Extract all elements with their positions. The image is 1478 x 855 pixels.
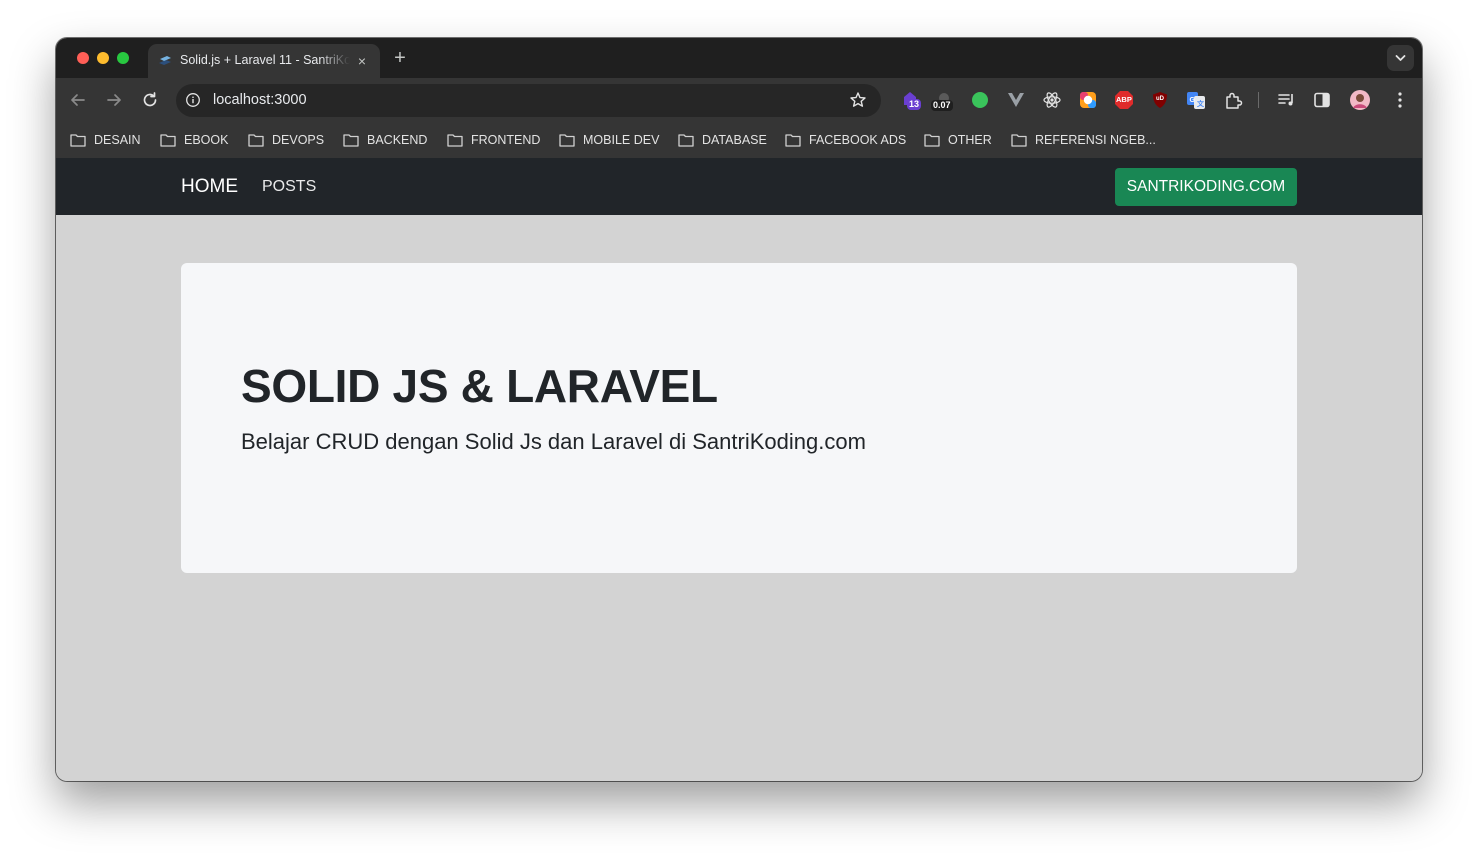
reload-icon[interactable] — [138, 88, 162, 112]
tab-search-button[interactable] — [1387, 45, 1414, 71]
bookmark-folder-other[interactable]: OTHER — [924, 132, 992, 148]
bookmark-label: DESAIN — [94, 133, 141, 147]
bookmark-label: FRONTEND — [471, 133, 541, 147]
bookmark-label: EBOOK — [184, 133, 229, 147]
extensions-puzzle-icon[interactable] — [1222, 89, 1244, 111]
folder-icon — [559, 134, 575, 147]
bookmark-label: DEVOPS — [272, 133, 325, 147]
kebab-menu-icon[interactable] — [1389, 89, 1411, 111]
google-translate-icon[interactable]: G 文 — [1185, 89, 1207, 111]
active-tab[interactable]: Solid.js + Laravel 11 - SantriKoding × — [148, 44, 380, 78]
vue-devtools-icon[interactable] — [1005, 89, 1027, 111]
abp-label: ABP — [1116, 95, 1132, 104]
page-viewport: HOME POSTS SANTRIKODING.COM SOLID JS & L… — [56, 158, 1422, 781]
folder-icon — [924, 134, 940, 147]
media-queue-icon[interactable] — [1275, 89, 1297, 111]
nav-link-posts[interactable]: POSTS — [262, 178, 316, 196]
react-devtools-icon[interactable] — [1041, 89, 1063, 111]
hero-title: SOLID JS & LARAVEL — [241, 360, 718, 412]
bookmark-folder-devops[interactable]: DEVOPS — [248, 132, 324, 148]
browser-toolbar: localhost:3000 13 0.07 ABP uD G 文 — [56, 78, 1422, 122]
minimize-window-button[interactable] — [97, 52, 109, 64]
bookmark-folder-ebook[interactable]: EBOOK — [160, 132, 228, 148]
extension-timer-icon[interactable]: 0.07 — [931, 89, 954, 111]
new-tab-icon[interactable]: + — [390, 48, 410, 68]
ublock-label: uD — [1156, 96, 1164, 102]
folder-icon — [678, 134, 694, 147]
url-text[interactable]: localhost:3000 — [213, 92, 307, 108]
toolbar-separator — [1258, 92, 1259, 108]
folder-icon — [160, 134, 176, 147]
bookmark-label: REFERENSI NGEB... — [1035, 133, 1156, 147]
bookmark-label: OTHER — [948, 133, 992, 147]
folder-icon — [248, 134, 264, 147]
solidjs-favicon-icon — [159, 56, 171, 65]
close-window-button[interactable] — [77, 52, 89, 64]
extension-count-badge: 13 — [907, 99, 922, 110]
tab-title: Solid.js + Laravel 11 - SantriKoding — [180, 53, 350, 67]
folder-icon — [343, 134, 359, 147]
folder-icon — [447, 134, 463, 147]
green-dot-extension-icon[interactable] — [969, 89, 991, 111]
bookmark-folder-mobile-dev[interactable]: MOBILE DEV — [559, 132, 659, 148]
svg-text:G: G — [1190, 97, 1196, 104]
site-info-icon[interactable] — [185, 92, 201, 108]
nav-link-home[interactable]: HOME — [181, 176, 238, 198]
tab-strip: Solid.js + Laravel 11 - SantriKoding × + — [56, 38, 1422, 78]
folder-icon — [785, 134, 801, 147]
bookmark-folder-backend[interactable]: BACKEND — [343, 132, 427, 148]
maximize-window-button[interactable] — [117, 52, 129, 64]
back-arrow-icon[interactable] — [66, 88, 90, 112]
forward-arrow-icon[interactable] — [102, 88, 126, 112]
bookmarks-bar: DESAIN EBOOK DEVOPS BACKEND FRONTEND MOB… — [56, 122, 1422, 159]
bookmark-folder-desain[interactable]: DESAIN — [70, 132, 141, 148]
browser-window: Solid.js + Laravel 11 - SantriKoding × + — [56, 38, 1422, 781]
bookmark-label: BACKEND — [367, 133, 428, 147]
hero-card: SOLID JS & LARAVEL Belajar CRUD dengan S… — [181, 263, 1297, 573]
tab-close-icon[interactable]: × — [354, 53, 370, 69]
profile-avatar[interactable] — [1349, 89, 1371, 111]
extension-badge-icon[interactable]: 13 — [901, 89, 923, 111]
bookmark-folder-frontend[interactable]: FRONTEND — [447, 132, 540, 148]
folder-icon — [70, 134, 86, 147]
bookmark-folder-referensi[interactable]: REFERENSI NGEB... — [1011, 132, 1156, 148]
chevron-down-icon — [1395, 55, 1406, 61]
bookmark-star-icon[interactable] — [849, 91, 867, 109]
ublock-origin-icon[interactable]: uD — [1149, 89, 1171, 111]
bookmark-label: DATABASE — [702, 133, 767, 147]
extension-value-badge: 0.07 — [931, 100, 953, 111]
santrikoding-button[interactable]: SANTRIKODING.COM — [1115, 168, 1297, 206]
hero-subtitle: Belajar CRUD dengan Solid Js dan Laravel… — [241, 429, 866, 454]
site-navbar: HOME POSTS SANTRIKODING.COM — [56, 158, 1422, 215]
folder-icon — [1011, 134, 1027, 147]
color-picker-extension-icon[interactable] — [1077, 89, 1099, 111]
side-panel-icon[interactable] — [1311, 89, 1333, 111]
bookmark-folder-facebook-ads[interactable]: FACEBOOK ADS — [785, 132, 906, 148]
address-bar[interactable]: localhost:3000 — [176, 84, 881, 117]
bookmark-label: FACEBOOK ADS — [809, 133, 907, 147]
bookmark-label: MOBILE DEV — [583, 133, 660, 147]
adblock-plus-icon[interactable]: ABP — [1113, 89, 1135, 111]
svg-text:文: 文 — [1197, 99, 1205, 108]
bookmark-folder-database[interactable]: DATABASE — [678, 132, 767, 148]
